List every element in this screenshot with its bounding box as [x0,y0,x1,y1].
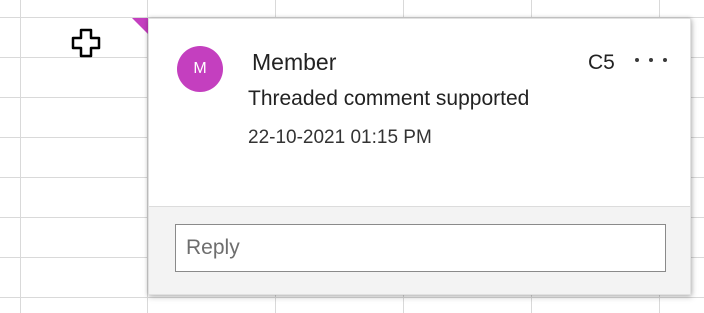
comment-timestamp: 22-10-2021 01:15 PM [248,127,432,148]
comment-indicator-icon[interactable] [132,18,148,34]
cell-reference: C5 [588,51,615,74]
threaded-comment-card: M Member C5 Threaded comment supported 2… [148,18,691,295]
reply-input[interactable] [175,224,666,272]
more-options-icon [649,58,653,62]
comment-author: Member [252,49,337,75]
more-options-icon [635,58,639,62]
avatar: M [177,46,223,92]
avatar-initial: M [193,60,207,77]
more-options-button[interactable] [633,53,669,67]
reply-section [149,206,690,294]
more-options-icon [663,58,667,62]
column-gridline [20,0,21,313]
cell-select-cross-icon [71,28,101,58]
comment-text: Threaded comment supported [248,87,530,110]
row-gridline [0,297,704,298]
